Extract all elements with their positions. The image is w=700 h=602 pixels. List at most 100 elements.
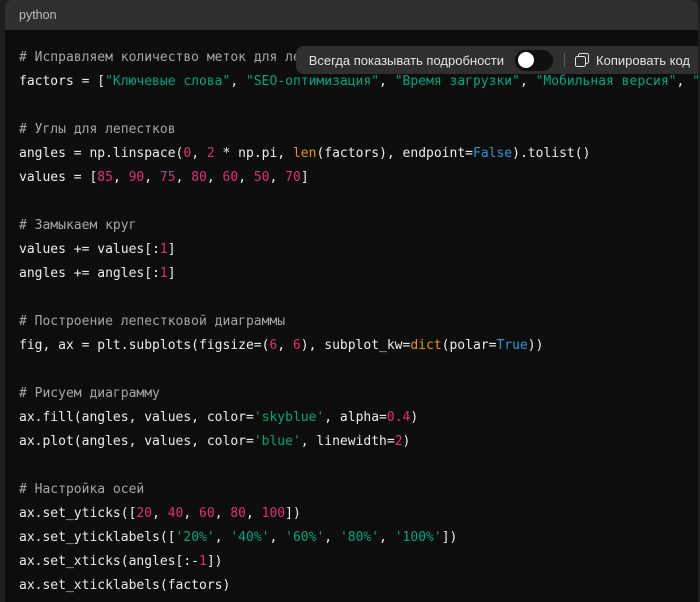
- code-token-p: ,: [270, 170, 286, 185]
- code-token-n: 50: [254, 170, 270, 185]
- code-token-p: ]): [207, 554, 223, 569]
- code-token-p: , alpha=: [324, 410, 387, 425]
- code-token-s: '100%': [395, 530, 442, 545]
- code-line: angles += angles[:1]: [19, 262, 698, 286]
- code-token-p: ,: [246, 506, 262, 521]
- code-token-p: ,: [277, 338, 293, 353]
- code-token-s: 'skyblue': [254, 410, 324, 425]
- code-token-b: len: [293, 146, 316, 161]
- code-token-p: ax.fill(angles, values, color=: [19, 410, 254, 425]
- code-token-p: ), subplot_kw=: [301, 338, 411, 353]
- code-token-k: False: [473, 146, 512, 161]
- code-token-c: # Настройка осей: [19, 482, 144, 497]
- language-label: python: [19, 8, 57, 22]
- code-token-s: "Ключевые слова": [105, 74, 230, 89]
- code-line: ax.set_yticklabels(['20%', '40%', '60%',…: [19, 526, 698, 550]
- code-token-p: ,: [324, 530, 340, 545]
- controls-divider: [564, 53, 565, 67]
- code-token-c: # Углы для лепестков: [19, 122, 176, 137]
- code-token-p: factors = [: [19, 74, 105, 89]
- code-token-s: 'blue': [254, 434, 301, 449]
- code-token-n: 85: [97, 170, 113, 185]
- code-line: # Настройка осей: [19, 478, 698, 502]
- code-token-p: ,: [144, 170, 160, 185]
- code-token-p: ,: [183, 506, 199, 521]
- code-token-p: ,: [379, 530, 395, 545]
- always-show-details-toggle[interactable]: [514, 49, 554, 72]
- code-token-n: 1: [160, 266, 168, 281]
- code-token-n: 90: [129, 170, 145, 185]
- code-block: python Всегда показывать подробности Коп…: [5, 0, 698, 602]
- code-line: # Рисуем диаграмму: [19, 382, 698, 406]
- code-token-p: )): [528, 338, 544, 353]
- code-token-n: 20: [136, 506, 152, 521]
- code-token-p: (factors), endpoint=: [316, 146, 473, 161]
- code-token-n: 80: [191, 170, 207, 185]
- code-token-c: # Построение лепестковой диаграммы: [19, 314, 285, 329]
- code-controls-bar: Всегда показывать подробности Копировать…: [296, 46, 698, 74]
- code-token-n: 60: [223, 170, 239, 185]
- code-token-n: 75: [160, 170, 176, 185]
- code-token-p: ,: [176, 170, 192, 185]
- code-token-p: ,: [379, 74, 395, 89]
- code-token-s: "Мобильная версия": [536, 74, 677, 89]
- code-token-p: ,: [238, 170, 254, 185]
- always-show-details-label: Всегда показывать подробности: [309, 53, 504, 68]
- copy-code-button[interactable]: Копировать код: [575, 53, 690, 68]
- code-token-n: 2: [207, 146, 215, 161]
- code-token-p: ): [403, 434, 411, 449]
- code-token-p: ,: [215, 506, 231, 521]
- code-token-p: ).tolist(): [512, 146, 590, 161]
- code-token-p: * np.pi,: [215, 146, 293, 161]
- code-token-p: ax.set_yticklabels([: [19, 530, 176, 545]
- code-line: [19, 358, 698, 382]
- code-token-p: ]: [168, 266, 176, 281]
- code-token-p: ax.set_xticks(angles[:-: [19, 554, 199, 569]
- code-token-p: ,: [676, 74, 692, 89]
- code-line: angles = np.linspace(0, 2 * np.pi, len(f…: [19, 142, 698, 166]
- code-line: [19, 190, 698, 214]
- code-line: # Построение лепестковой диаграммы: [19, 310, 698, 334]
- code-token-n: 100: [262, 506, 285, 521]
- code-line: [19, 454, 698, 478]
- code-token-n: 1: [199, 554, 207, 569]
- copy-code-label: Копировать код: [596, 53, 690, 68]
- code-line: [19, 94, 698, 118]
- code-token-s: "Время загрузки": [395, 74, 520, 89]
- code-token-n: 1: [160, 242, 168, 257]
- code-line: fig, ax = plt.subplots(figsize=(6, 6), s…: [19, 334, 698, 358]
- code-token-p: ]): [285, 506, 301, 521]
- code-token-b: dict: [410, 338, 441, 353]
- code-token-k: True: [496, 338, 527, 353]
- code-token-n: 0.4: [387, 410, 410, 425]
- code-line: ax.fill(angles, values, color='skyblue',…: [19, 406, 698, 430]
- toggle-knob: [518, 52, 534, 68]
- code-token-p: ,: [113, 170, 129, 185]
- code-line: # Замыкаем круг: [19, 214, 698, 238]
- code-token-p: ]): [442, 530, 458, 545]
- code-line: ax.set_xticklabels(factors): [19, 574, 698, 598]
- code-token-n: 80: [230, 506, 246, 521]
- code-token-p: ax.set_xticklabels(factors): [19, 578, 230, 593]
- code-token-s: '80%': [340, 530, 379, 545]
- code-token-p: ): [410, 410, 418, 425]
- code-line: [19, 286, 698, 310]
- code-token-p: ,: [269, 530, 285, 545]
- code-token-c: # Рисуем диаграмму: [19, 386, 160, 401]
- code-token-p: ,: [230, 74, 246, 89]
- code-token-p: ,: [191, 146, 207, 161]
- code-token-p: ,: [152, 506, 168, 521]
- code-token-s: "От: [692, 74, 698, 89]
- code-line: values += values[:1]: [19, 238, 698, 262]
- code-token-s: '40%': [230, 530, 269, 545]
- code-token-p: ]: [301, 170, 309, 185]
- code-line: ax.set_yticks([20, 40, 60, 80, 100]): [19, 502, 698, 526]
- code-token-p: angles = np.linspace(: [19, 146, 183, 161]
- code-area[interactable]: # Исправляем количество меток для лепест…: [5, 30, 698, 602]
- code-token-p: values += values[:: [19, 242, 160, 257]
- code-token-p: angles += angles[:: [19, 266, 160, 281]
- code-token-n: 60: [199, 506, 215, 521]
- copy-icon: [575, 53, 589, 67]
- code-token-p: ,: [520, 74, 536, 89]
- code-line: ax.plot(angles, values, color='blue', li…: [19, 430, 698, 454]
